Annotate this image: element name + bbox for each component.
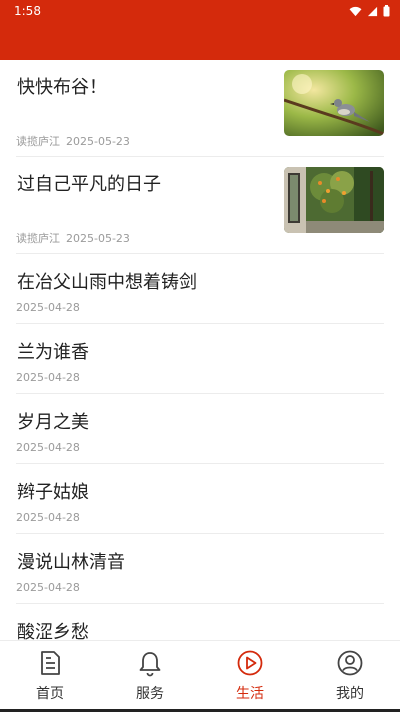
article-list[interactable]: 快快布谷！ 读揽庐江 2025-05-23 过自己平凡的日子 读揽庐江 2025… [0,60,400,640]
article-date: 2025-04-28 [16,581,80,594]
list-item[interactable]: 兰为谁香 2025-04-28 [16,324,384,394]
article-date: 2025-04-28 [16,511,80,524]
list-item[interactable]: 在冶父山雨中想着铸剑 2025-04-28 [16,254,384,324]
article-source: 读揽庐江 [16,232,60,245]
nav-service-label: 服务 [136,686,164,702]
status-bar: 1:58 [0,0,400,24]
user-icon [337,650,363,676]
article-meta: 读揽庐江 2025-05-23 [16,133,130,149]
nav-mine-label: 我的 [336,686,364,702]
article-title: 在冶父山雨中想着铸剑 [17,272,197,293]
article-date: 2025-04-28 [16,371,80,384]
article-title: 酸涩乡愁 [17,622,89,640]
battery-icon [383,5,390,17]
article-date: 2025-05-23 [66,232,130,245]
nav-life-label: 生活 [236,686,264,702]
wifi-icon [349,6,362,16]
article-date: 2025-04-28 [16,441,80,454]
list-item[interactable]: 酸涩乡愁 [16,604,384,640]
article-thumbnail-bird[interactable] [284,70,384,136]
article-meta: 读揽庐江 2025-05-23 [16,230,130,246]
nav-home[interactable]: 首页 [0,641,100,713]
article-title: 过自己平凡的日子 [17,174,161,195]
article-thumbnail-garden[interactable] [284,167,384,233]
nav-mine[interactable]: 我的 [300,641,400,713]
list-item[interactable]: 岁月之美 2025-04-28 [16,394,384,464]
signal-icon [367,6,378,16]
article-title: 快快布谷！ [17,77,107,98]
app-bar [0,24,400,60]
article-title: 岁月之美 [17,412,89,433]
list-item[interactable]: 辫子姑娘 2025-04-28 [16,464,384,534]
list-item[interactable]: 快快布谷！ 读揽庐江 2025-05-23 [16,60,384,157]
article-source: 读揽庐江 [16,135,60,148]
article-date: 2025-04-28 [16,301,80,314]
play-circle-icon [237,650,263,676]
list-item[interactable]: 过自己平凡的日子 读揽庐江 2025-05-23 [16,157,384,254]
bottom-nav: 首页 服务 生活 我的 [0,640,400,713]
document-icon [41,651,60,675]
article-title: 辫子姑娘 [17,482,89,503]
nav-home-label: 首页 [36,686,64,702]
article-title: 漫说山林清音 [17,552,125,573]
bell-icon [139,652,161,677]
nav-service[interactable]: 服务 [100,641,200,713]
list-item[interactable]: 漫说山林清音 2025-04-28 [16,534,384,604]
article-title: 兰为谁香 [17,342,89,363]
nav-life[interactable]: 生活 [200,641,300,713]
status-time: 1:58 [14,4,41,18]
article-date: 2025-05-23 [66,135,130,148]
status-icons [349,5,390,17]
